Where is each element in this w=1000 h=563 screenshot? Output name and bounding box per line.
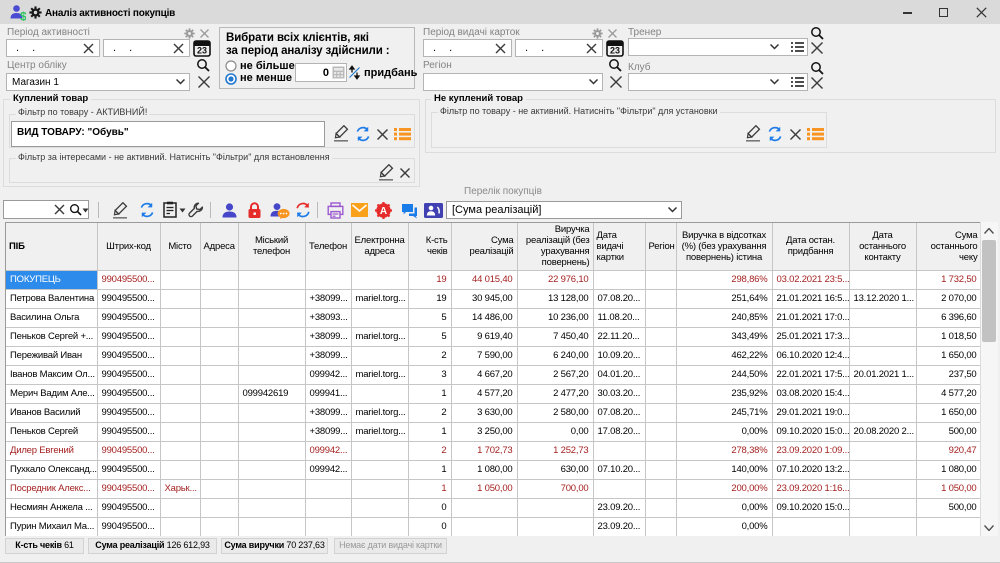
svg-text:A: A xyxy=(380,206,387,217)
svg-text:23: 23 xyxy=(610,46,620,56)
svg-text:$: $ xyxy=(20,10,26,22)
svg-text:23: 23 xyxy=(197,46,207,56)
